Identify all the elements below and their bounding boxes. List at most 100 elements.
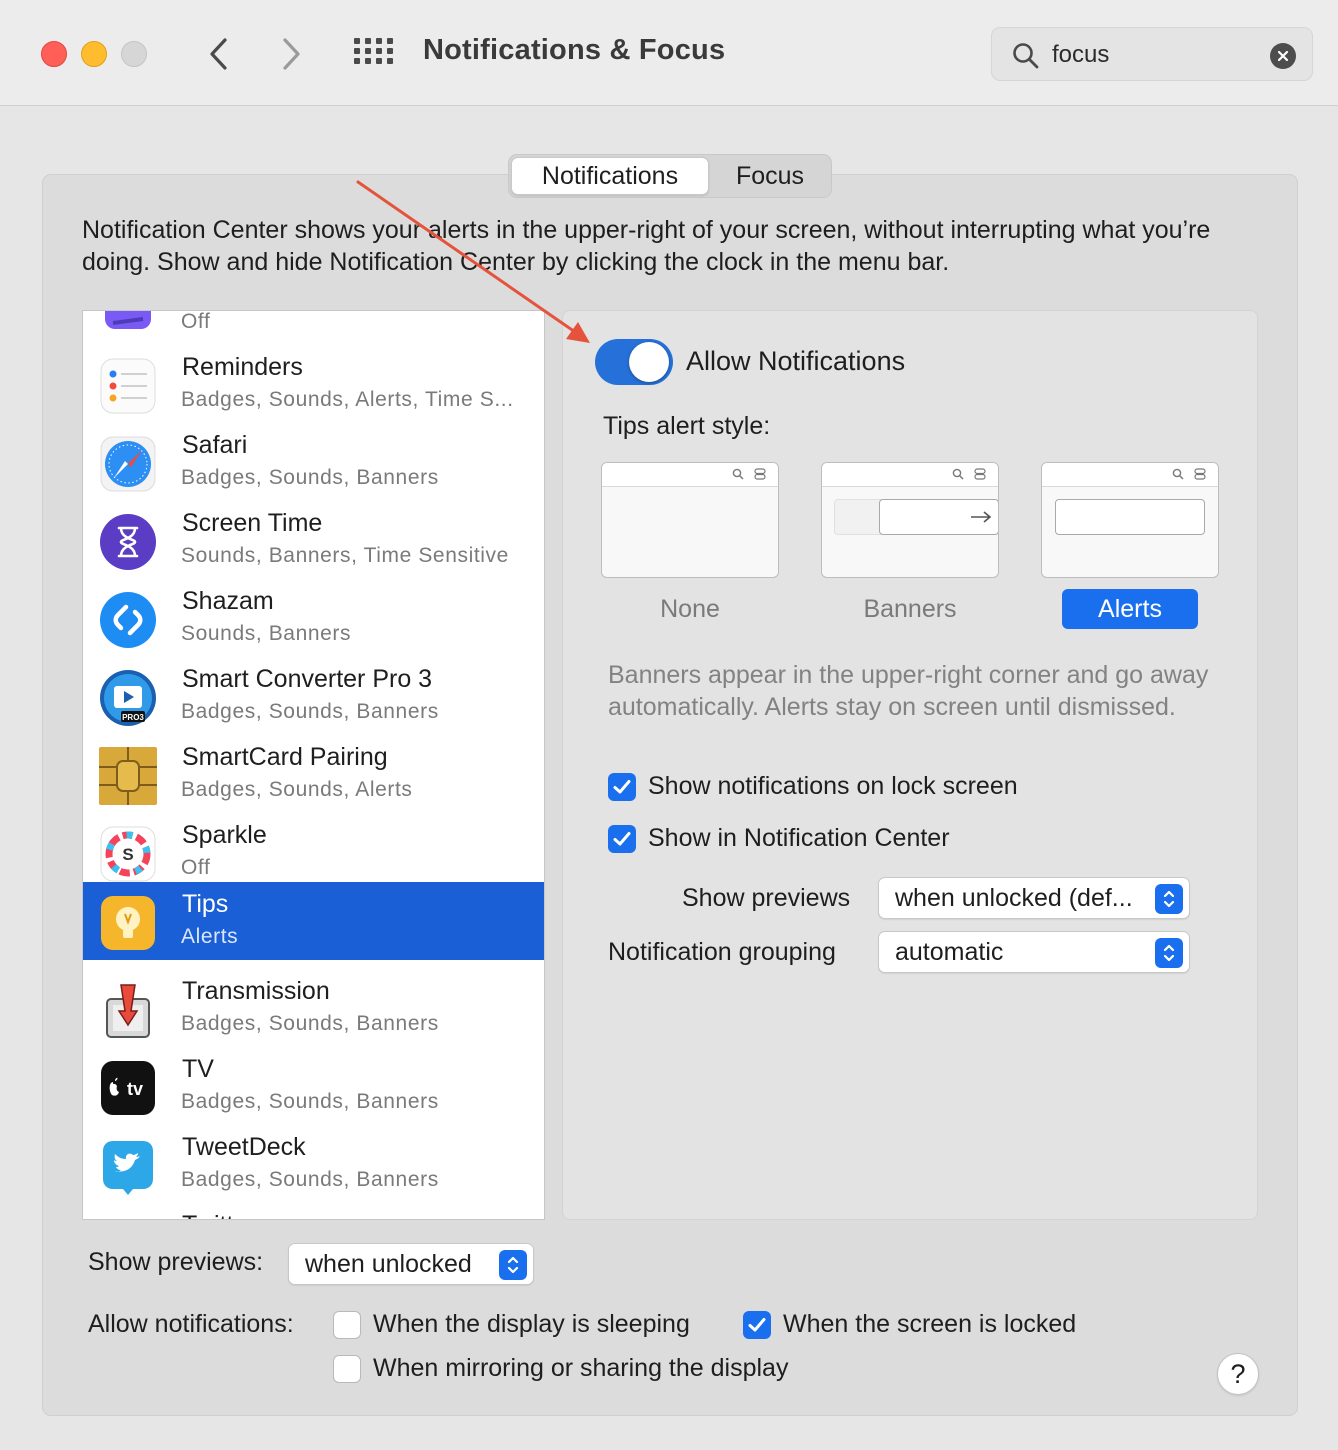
list-item[interactable]: TweetDeck Badges, Sounds, Banners [83,1125,544,1203]
updown-chevron-icon [1155,884,1183,914]
list-item[interactable]: Shazam Sounds, Banners [83,579,544,657]
control-center-icon [754,468,766,480]
close-window-button[interactable] [41,41,67,67]
chevron-left-icon [210,38,227,70]
screen-time-icon [100,514,156,570]
app-list[interactable]: Off Reminders Badges, Sounds, Alerts, Ti… [82,310,545,1220]
search-icon [1172,468,1184,480]
search-icon [952,468,964,480]
list-item-selected[interactable]: Tips Alerts [83,882,544,960]
global-show-previews-popup[interactable]: when unlocked [288,1243,534,1285]
clear-search-icon[interactable] [1270,43,1296,69]
app-name: Reminders [182,353,303,381]
reminders-icon [100,358,156,414]
app-status: Badges, Sounds, Banners [181,1012,439,1035]
forward-button[interactable] [272,32,312,76]
tab-focus[interactable]: Focus [711,157,829,195]
show-all-grid-icon[interactable] [354,38,393,68]
app-name: SmartCard Pairing [182,743,388,771]
list-item[interactable]: Screen Time Sounds, Banners, Time Sensit… [83,501,544,579]
screen-locked-checkbox[interactable] [743,1311,771,1339]
global-show-previews-label: Show previews: [88,1248,264,1276]
list-item[interactable]: Transmission Badges, Sounds, Banners [83,969,544,1047]
list-item[interactable]: S Sparkle Off [83,813,544,891]
search-icon [1013,43,1039,69]
minimize-window-button[interactable] [81,41,107,67]
control-center-icon [974,468,986,480]
allow-notifications-global-label: Allow notifications: [88,1310,294,1338]
show-in-notification-center-checkbox[interactable] [608,825,636,853]
svg-text:PRO3: PRO3 [122,713,144,722]
list-item[interactable]: Off [83,311,544,345]
search-field[interactable] [991,27,1313,81]
title-bar: Notifications & Focus [0,0,1338,106]
tv-icon: tv [101,1061,155,1115]
app-name: Screen Time [182,509,323,537]
alert-style-alerts-preview[interactable] [1041,462,1219,578]
mirroring-checkbox[interactable] [333,1355,361,1383]
app-name: Twitter [182,1211,256,1219]
alert-style-none-preview[interactable] [601,462,779,578]
app-status: Alerts [181,925,239,948]
app-name: Sparkle [182,821,267,849]
app-status: Off [181,856,211,879]
app-status: Badges, Sounds, Alerts, Time S... [181,388,514,411]
search-input[interactable] [1052,40,1252,70]
tab-notifications[interactable]: Notifications [511,157,709,195]
list-item[interactable]: tv TV Badges, Sounds, Banners [83,1047,544,1125]
search-icon [732,468,744,480]
window-title: Notifications & Focus [423,34,726,66]
notification-grouping-label: Notification grouping [608,938,836,966]
display-sleeping-checkbox[interactable] [333,1311,361,1339]
app-status: Badges, Sounds, Banners [181,1168,439,1191]
arrow-right-icon [971,511,992,523]
shazam-icon [100,592,156,648]
app-partial-icon [105,311,151,329]
checkmark-icon [748,1318,766,1332]
app-name: Shazam [182,587,274,615]
tweetdeck-icon [103,1141,153,1195]
app-status: Badges, Sounds, Banners [181,700,439,723]
safari-icon [100,436,156,492]
notification-grouping-popup[interactable]: automatic [878,931,1190,973]
tips-icon [101,896,155,950]
show-on-lock-screen-label: Show notifications on lock screen [648,772,1018,800]
help-button[interactable]: ? [1217,1353,1259,1395]
list-item[interactable]: Safari Badges, Sounds, Banners [83,423,544,501]
app-status: Badges, Sounds, Banners [181,466,439,489]
transmission-icon [106,984,150,1038]
zoom-window-button[interactable] [121,41,147,67]
alert-style-none-option[interactable]: None [620,589,760,629]
smart-converter-icon: PRO3 [100,670,156,726]
screen-locked-label: When the screen is locked [783,1310,1077,1338]
list-item[interactable]: Twitter [83,1203,544,1220]
allow-notifications-label: Allow Notifications [686,346,906,376]
tab-control: Notifications Focus [508,154,832,198]
allow-notifications-toggle[interactable] [595,339,673,385]
list-item[interactable]: SmartCard Pairing Badges, Sounds, Alerts [83,735,544,813]
show-previews-popup[interactable]: when unlocked (def... [878,877,1190,919]
alert-style-banners-preview[interactable] [821,462,999,578]
list-item[interactable]: PRO3 Smart Converter Pro 3 Badges, Sound… [83,657,544,735]
display-sleeping-label: When the display is sleeping [373,1310,690,1338]
app-status: Badges, Sounds, Banners [181,1090,439,1113]
app-name: Smart Converter Pro 3 [182,665,433,693]
alert-style-alerts-option[interactable]: Alerts [1062,589,1198,629]
list-item[interactable]: Reminders Badges, Sounds, Alerts, Time S… [83,345,544,423]
app-name: Transmission [182,977,330,1005]
checkmark-icon [613,832,631,846]
app-name: TweetDeck [182,1133,306,1161]
back-button[interactable] [198,32,238,76]
app-status: Sounds, Banners, Time Sensitive [181,544,509,567]
svg-text:tv: tv [127,1079,143,1099]
chevron-right-icon [283,38,300,70]
alert-style-banners-option[interactable]: Banners [840,589,980,629]
show-in-notification-center-label: Show in Notification Center [648,824,950,852]
twitter-icon [99,1215,157,1220]
intro-text: Notification Center shows your alerts in… [82,216,1211,276]
checkmark-icon [613,780,631,794]
show-previews-label: Show previews [682,884,851,912]
show-on-lock-screen-checkbox[interactable] [608,773,636,801]
app-name: TV [182,1055,214,1083]
control-center-icon [1194,468,1206,480]
